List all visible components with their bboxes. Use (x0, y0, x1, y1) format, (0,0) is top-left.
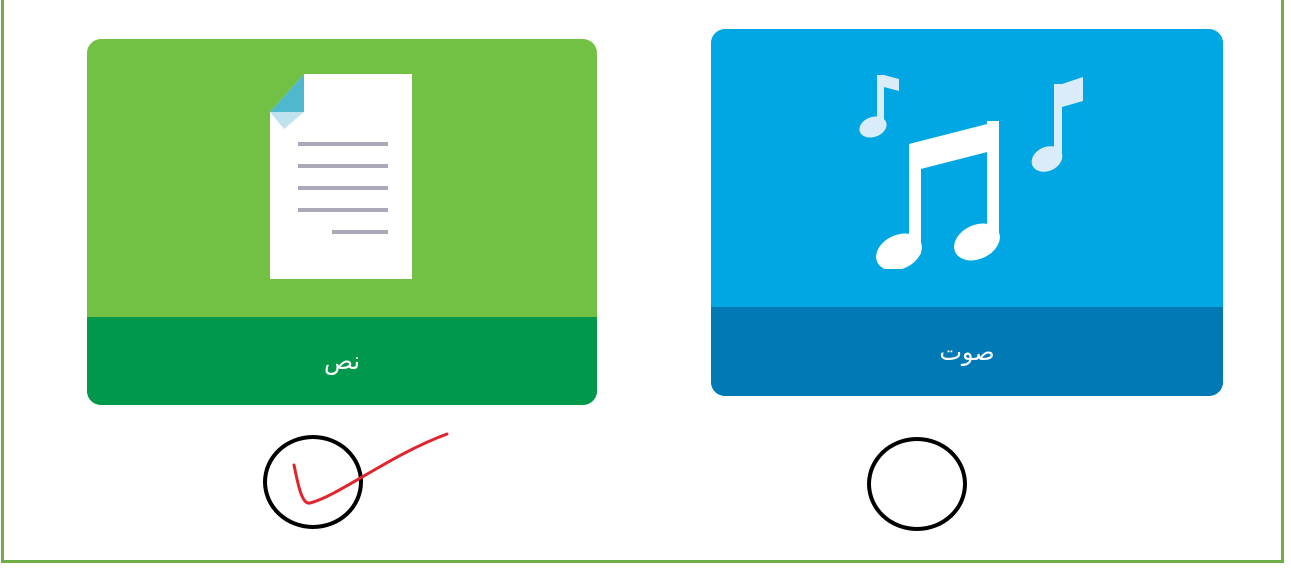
audio-option-label: صوت (939, 337, 995, 366)
text-option-label: نص (323, 347, 361, 375)
text-option-radio[interactable] (263, 435, 363, 529)
text-option-card[interactable]: نص (87, 39, 597, 405)
music-notes-icon (859, 75, 1083, 269)
audio-option-card[interactable]: صوت (711, 29, 1223, 396)
document-icon (270, 74, 412, 279)
text-option-label-band: نص (87, 317, 597, 405)
audio-option-radio[interactable] (867, 437, 967, 531)
audio-option-label-band: صوت (711, 307, 1223, 396)
